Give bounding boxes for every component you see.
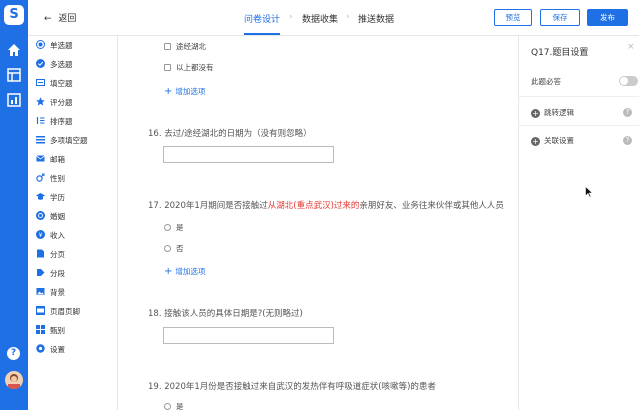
sidebar-item-multi-fill[interactable]: 多项填空题 bbox=[36, 135, 88, 147]
chevron-right-icon: › bbox=[346, 12, 350, 22]
survey-canvas: 途经湖北 以上都没有 + 增加选项 16. 去过/途经湖北的日期为（没有则忽略） … bbox=[118, 36, 518, 410]
add-option-button[interactable]: + 增加选项 bbox=[164, 266, 205, 277]
radio-option[interactable]: 是 bbox=[164, 401, 184, 410]
radio-icon bbox=[36, 40, 45, 49]
section-icon bbox=[37, 269, 45, 276]
sidebar-item-education[interactable]: 学历 bbox=[36, 192, 65, 204]
chart-icon[interactable] bbox=[7, 93, 21, 107]
divider bbox=[519, 96, 639, 97]
publish-button[interactable]: 发布 bbox=[587, 9, 628, 26]
page-break-icon bbox=[37, 249, 44, 258]
header-footer-icon bbox=[36, 306, 45, 315]
gender-icon bbox=[36, 173, 45, 182]
question-18-answer-field[interactable] bbox=[163, 327, 334, 344]
panel-title: Q17.题目设置 bbox=[531, 48, 589, 58]
checkbox-option[interactable]: 以上都没有 bbox=[164, 62, 214, 73]
sidebar-item-fill-blank[interactable]: 填空题 bbox=[36, 78, 73, 90]
radio-option[interactable]: 否 bbox=[164, 243, 184, 254]
fill-blank-icon bbox=[36, 79, 45, 86]
toggle-knob bbox=[620, 77, 628, 85]
sidebar-item-section[interactable]: 分段 bbox=[36, 268, 65, 280]
plus-icon: + bbox=[164, 266, 173, 277]
sidebar-item-rating[interactable]: 评分题 bbox=[36, 97, 73, 109]
sidebar-item-marriage[interactable]: 婚姻 bbox=[36, 211, 65, 223]
required-label: 此题必答 bbox=[531, 77, 561, 86]
sidebar-item-page-break[interactable]: 分页 bbox=[36, 249, 65, 261]
svg-text:¥: ¥ bbox=[39, 232, 43, 239]
question-19-title[interactable]: 19. 2020年1月份是否接触过来自武汉的发热伴有呼吸道症状(咳嗽等)的患者 bbox=[148, 380, 436, 392]
sidebar-item-single-choice[interactable]: 单选题 bbox=[36, 40, 73, 52]
add-option-button[interactable]: + 增加选项 bbox=[164, 86, 205, 97]
sidebar-item-background[interactable]: 背景 bbox=[36, 287, 65, 299]
sort-icon bbox=[36, 117, 45, 124]
radio-icon bbox=[164, 403, 171, 410]
sidebar-item-email[interactable]: 邮箱 bbox=[36, 154, 65, 166]
app-rail: S ? bbox=[0, 0, 28, 410]
tab-design[interactable]: 问卷设计 bbox=[244, 12, 280, 25]
sidebar-item-multi-choice[interactable]: 多选题 bbox=[36, 59, 73, 71]
radio-icon bbox=[164, 224, 171, 231]
settings-icon bbox=[36, 344, 45, 353]
chevron-right-icon: › bbox=[289, 12, 293, 22]
tab-collect[interactable]: 数据收集 bbox=[302, 12, 338, 25]
plus-circle-icon: + bbox=[531, 137, 540, 146]
tab-push[interactable]: 推送数据 bbox=[358, 12, 394, 25]
question-settings-panel: Q17.题目设置 × 此题必答 + 跳转逻辑 ? + 关联设置 ? bbox=[518, 36, 639, 410]
save-button[interactable]: 保存 bbox=[540, 9, 580, 26]
sidebar-item-sort[interactable]: 排序题 bbox=[36, 116, 73, 128]
plus-icon: + bbox=[164, 86, 173, 97]
arrow-left-icon: ← bbox=[44, 14, 52, 24]
preview-button[interactable]: 预览 bbox=[494, 9, 532, 26]
top-bar: ← 返回 问卷设计 › 数据收集 › 推送数据 预览 保存 发布 bbox=[28, 0, 639, 36]
close-icon[interactable]: × bbox=[627, 42, 635, 52]
multi-fill-icon bbox=[36, 136, 45, 144]
home-icon[interactable] bbox=[7, 43, 21, 57]
back-label: 返回 bbox=[58, 14, 77, 24]
education-icon bbox=[36, 193, 45, 200]
app-logo[interactable]: S bbox=[4, 5, 24, 25]
sidebar-item-screening[interactable]: 甄别 bbox=[36, 325, 65, 337]
radio-icon bbox=[164, 245, 171, 252]
marriage-icon bbox=[36, 211, 45, 220]
question-type-sidebar: 单选题 多选题 填空题 评分题 排序题 多项填空题 邮箱 性别 学历 婚姻 ¥ 收… bbox=[28, 36, 118, 410]
mouse-cursor-icon bbox=[585, 186, 593, 198]
layout-icon[interactable] bbox=[7, 68, 21, 82]
help-icon[interactable]: ? bbox=[623, 108, 632, 117]
help-icon[interactable]: ? bbox=[7, 347, 20, 360]
income-icon: ¥ bbox=[36, 230, 45, 239]
checkbox-icon bbox=[164, 43, 171, 50]
checkbox-icon bbox=[36, 59, 45, 68]
question-16-answer-field[interactable] bbox=[163, 146, 334, 163]
back-button[interactable]: ← 返回 bbox=[44, 11, 76, 24]
plus-circle-icon: + bbox=[531, 109, 540, 118]
question-17-title[interactable]: 17. 2020年1月期间是否接触过从湖北(重点武汉)过来的亲朋好友、业务往来伙… bbox=[148, 199, 504, 211]
divider bbox=[519, 125, 639, 126]
active-tab-indicator bbox=[244, 33, 280, 35]
background-icon bbox=[36, 288, 45, 295]
sidebar-item-income[interactable]: ¥ 收入 bbox=[36, 230, 65, 242]
question-16-title[interactable]: 16. 去过/途经湖北的日期为（没有则忽略） bbox=[148, 127, 312, 139]
sidebar-item-header-footer[interactable]: 页眉页脚 bbox=[36, 306, 80, 318]
star-icon bbox=[36, 97, 45, 106]
link-settings-item[interactable]: + 关联设置 bbox=[531, 135, 574, 146]
checkbox-option[interactable]: 途经湖北 bbox=[164, 41, 206, 52]
sidebar-item-settings[interactable]: 设置 bbox=[36, 344, 65, 356]
question-18-title[interactable]: 18. 接触该人员的具体日期是?(无则略过) bbox=[148, 307, 303, 319]
jump-logic-item[interactable]: + 跳转逻辑 bbox=[531, 107, 574, 118]
radio-option[interactable]: 是 bbox=[164, 222, 184, 233]
sidebar-item-gender[interactable]: 性别 bbox=[36, 173, 65, 185]
mail-icon bbox=[36, 155, 45, 162]
required-toggle[interactable] bbox=[619, 76, 638, 86]
help-icon[interactable]: ? bbox=[623, 136, 632, 145]
checkbox-icon bbox=[164, 64, 171, 71]
avatar[interactable] bbox=[5, 371, 23, 389]
screening-icon bbox=[36, 325, 45, 334]
